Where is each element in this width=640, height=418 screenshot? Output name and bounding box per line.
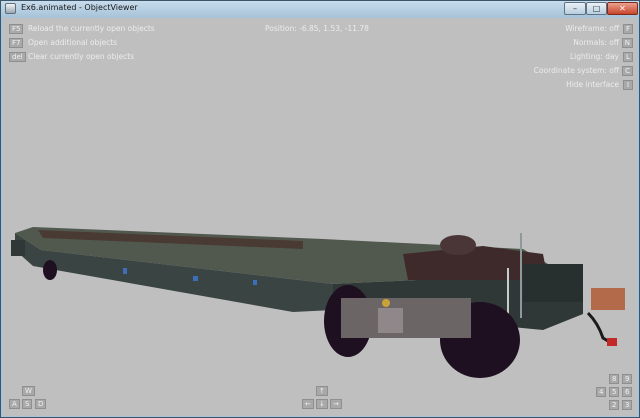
key-w[interactable]: W xyxy=(22,386,35,396)
key-a[interactable]: A xyxy=(9,399,20,409)
hide-interface-label: Hide interface xyxy=(566,80,619,89)
wheel xyxy=(43,260,57,280)
open-label: Open additional objects xyxy=(28,38,118,47)
numpad-4-key[interactable]: 4 xyxy=(596,387,607,397)
end-beam xyxy=(523,264,583,302)
marking xyxy=(193,276,198,281)
objectviewer-window: Ex6.animated - ObjectViewer – □ ✕ F5 Rel… xyxy=(0,0,640,418)
clear-key[interactable]: del xyxy=(9,52,26,62)
hide-interface-key[interactable]: I xyxy=(623,80,633,90)
arrow-down-key[interactable]: ↓ xyxy=(316,399,328,409)
position-readout: Position: -6.85, 1.53, -11.78 xyxy=(265,24,369,33)
arrow-right-key[interactable]: → xyxy=(330,399,342,409)
minimize-button[interactable]: – xyxy=(564,2,586,15)
flat-wagon-model xyxy=(11,227,625,378)
arrow-up-key[interactable]: ↑ xyxy=(316,386,328,396)
bogie-spring xyxy=(378,308,403,333)
window-title: Ex6.animated - ObjectViewer xyxy=(21,3,138,12)
marking xyxy=(253,280,257,285)
arrow-left-key[interactable]: ← xyxy=(302,399,314,409)
buffer-left xyxy=(11,240,25,256)
numpad-3-key[interactable]: 3 xyxy=(622,400,633,410)
key-s[interactable]: S xyxy=(22,399,33,409)
numpad-9-key[interactable]: 9 xyxy=(622,374,633,384)
close-button[interactable]: ✕ xyxy=(607,2,638,15)
bogie-frame xyxy=(341,298,471,338)
3d-viewport[interactable]: F5 Reload the currently open objects F7 … xyxy=(3,18,637,416)
lighting-label: Lighting: day xyxy=(569,52,619,61)
normals-label: Normals: off xyxy=(573,38,619,47)
app-icon xyxy=(5,3,16,14)
clear-label: Clear currently open objects xyxy=(28,52,135,61)
brake-drum xyxy=(440,235,476,255)
open-key[interactable]: F7 xyxy=(9,38,24,48)
buffer-right xyxy=(591,288,625,310)
reload-key[interactable]: F5 xyxy=(9,24,24,34)
coordinate-system-label: Coordinate system: off xyxy=(533,66,619,75)
numpad-6-key[interactable]: 6 xyxy=(622,387,633,397)
maximize-button[interactable]: □ xyxy=(586,2,607,15)
hose-coupling xyxy=(607,338,617,346)
numpad-5-key[interactable]: 5 xyxy=(609,387,620,397)
wireframe-label: Wireframe: off xyxy=(565,24,619,33)
numpad-2-key[interactable]: 2 xyxy=(609,400,620,410)
key-d[interactable]: D xyxy=(35,399,47,409)
coordinate-system-key[interactable]: C xyxy=(622,66,633,76)
wireframe-key[interactable]: F xyxy=(622,24,633,34)
lighting-key[interactable]: L xyxy=(623,52,633,62)
marking xyxy=(123,268,127,274)
reload-label: Reload the currently open objects xyxy=(28,24,155,33)
title-bar[interactable]: Ex6.animated - ObjectViewer – □ ✕ xyxy=(1,1,639,17)
axle-box xyxy=(382,299,390,307)
normals-key[interactable]: N xyxy=(621,38,633,48)
numpad-8-key[interactable]: 8 xyxy=(609,374,620,384)
